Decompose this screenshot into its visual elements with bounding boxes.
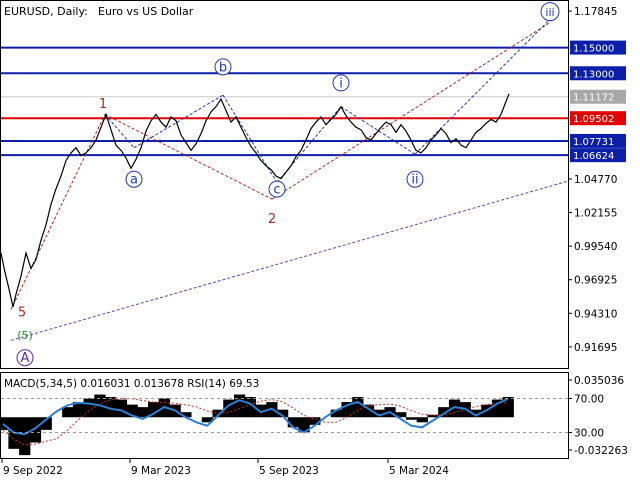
macd-bar-22 <box>234 394 246 418</box>
price-tick-label-8: 0.99540 <box>574 241 617 253</box>
wave-label-3: (5) <box>17 329 33 342</box>
level-tag-label-3: 1.07731 <box>573 137 614 148</box>
level-tag-label-1: 1.13000 <box>573 69 614 80</box>
wave-label-5: a <box>130 173 138 188</box>
current-price-tag-label: 1.11172 <box>573 93 614 104</box>
sub-tick-label-2: 30.00 <box>574 428 604 440</box>
wave-label-0: 1 <box>99 97 107 112</box>
wave-label-2: 5 <box>18 306 26 321</box>
indicator-title: MACD(5,34,5) 0.016031 0.013678 RSI(14) 6… <box>4 378 259 390</box>
date-label-3: 5 Mar 2024 <box>389 465 449 477</box>
macd-bar-11 <box>115 399 128 418</box>
wave-label-7: c <box>273 183 280 198</box>
wave-label-9: ii <box>411 173 418 188</box>
sub-tick-label-3: -0.032263 <box>574 445 628 457</box>
price-tick-label-10: 0.94310 <box>574 308 617 320</box>
eurusd-chart: 1.15000 1.13000 1.09502 1.07731 1.06624 1.111… <box>0 0 640 480</box>
price-tick-label-7: 1.02155 <box>574 208 617 220</box>
wave-label-10: iii <box>545 6 554 19</box>
chart-description: Euro vs US Dollar <box>98 5 194 18</box>
macd-bar-2 <box>19 417 31 456</box>
level-tag-label-4: 1.06624 <box>573 151 614 162</box>
macd-bar-39 <box>416 417 428 423</box>
level-tag-label-2: 1.09502 <box>573 114 614 125</box>
chart-svg: 1.15000 1.13000 1.09502 1.07731 1.06624 1.111… <box>0 0 640 480</box>
date-label-0: 9 Sep 2022 <box>3 465 63 477</box>
chart-symbol-title: EURUSD, Daily: <box>4 5 88 18</box>
sub-tick-label-0: 0.035036 <box>574 375 624 387</box>
price-tick-label-11: 0.91695 <box>574 342 617 354</box>
date-label-2: 5 Sep 2023 <box>259 465 319 477</box>
wave-label-1: 2 <box>268 212 276 227</box>
price-tick-label-9: 0.96925 <box>574 275 617 287</box>
wave-label-4: A <box>21 351 30 366</box>
price-tick-label-0: 1.17845 <box>574 6 617 18</box>
date-label-1: 9 Mar 2023 <box>131 465 191 477</box>
wave-label-6: b <box>219 60 227 75</box>
macd-bar-6 <box>62 407 74 418</box>
wave-label-8: i <box>339 76 343 91</box>
macd-bar-13 <box>137 407 149 418</box>
macd-bar-38 <box>405 417 418 420</box>
level-tag-label-0: 1.15000 <box>573 44 614 55</box>
macd-bar-29 <box>309 417 321 425</box>
price-tick-label-6: 1.04770 <box>574 174 617 186</box>
macd-bar-33 <box>352 397 364 418</box>
sub-tick-label-1: 70.00 <box>574 394 604 406</box>
